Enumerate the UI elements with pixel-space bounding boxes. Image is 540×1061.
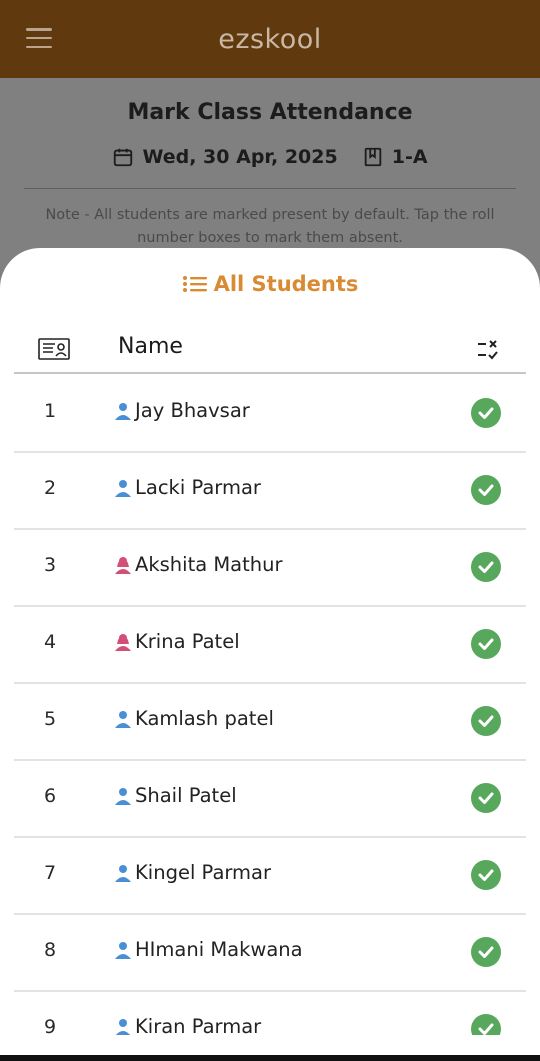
roll-number-box[interactable]: 1 xyxy=(44,400,56,422)
male-student-icon xyxy=(115,402,131,420)
present-check-icon[interactable] xyxy=(471,706,501,736)
attendance-note: Note - All students are marked present b… xyxy=(45,207,495,246)
student-name-cell: Kamlash patel xyxy=(114,707,274,730)
table-row: 3 Akshita Mathur xyxy=(14,530,526,607)
student-name-cell: Shail Patel xyxy=(114,784,237,807)
students-sheet: All Students Name 1 Jay Bhavsar 2 Lacki … xyxy=(0,248,540,1061)
present-check-icon[interactable] xyxy=(471,937,501,967)
class-text: 1-A xyxy=(391,146,428,168)
present-check-icon[interactable] xyxy=(471,860,501,890)
table-row: 4 Krina Patel xyxy=(14,607,526,684)
present-check-icon[interactable] xyxy=(471,398,501,428)
sheet-title: All Students xyxy=(0,272,540,296)
app-title: ezskool xyxy=(218,23,322,55)
student-name: Kamlash patel xyxy=(135,707,274,730)
student-name-cell: Lacki Parmar xyxy=(114,476,261,499)
table-row: 5 Kamlash patel xyxy=(14,684,526,761)
female-student-icon xyxy=(115,556,131,574)
roll-number-box[interactable]: 3 xyxy=(44,554,56,576)
roll-number-box[interactable]: 2 xyxy=(44,477,56,499)
sheet-title-label: All Students xyxy=(213,272,359,296)
male-student-icon xyxy=(115,1018,131,1036)
roll-number-box[interactable]: 6 xyxy=(44,785,56,807)
student-name-cell: HImani Makwana xyxy=(114,938,303,961)
present-check-icon[interactable] xyxy=(471,783,501,813)
roll-number-box[interactable]: 4 xyxy=(44,631,56,653)
roll-number-box[interactable]: 7 xyxy=(44,862,56,884)
student-name: Krina Patel xyxy=(135,630,240,653)
male-student-icon xyxy=(115,864,131,882)
roll-number-column-icon xyxy=(38,338,70,360)
male-student-icon xyxy=(115,710,131,728)
student-list: 1 Jay Bhavsar 2 Lacki Parmar 3 Akshita M… xyxy=(14,376,526,1061)
student-name: Jay Bhavsar xyxy=(135,399,250,422)
student-name: Lacki Parmar xyxy=(135,476,261,499)
student-name-cell: Jay Bhavsar xyxy=(114,399,250,422)
table-header: Name xyxy=(14,326,526,374)
class-info: 1-A xyxy=(362,146,428,168)
name-column-header: Name xyxy=(118,334,183,359)
app-bar: ezskool xyxy=(0,0,540,78)
class-book-icon xyxy=(364,147,381,167)
present-check-icon[interactable] xyxy=(471,552,501,582)
mark-all-toggle-icon[interactable] xyxy=(476,338,500,362)
date-info: Wed, 30 Apr, 2025 xyxy=(112,146,338,168)
student-name-cell: Krina Patel xyxy=(114,630,240,653)
hamburger-menu-icon[interactable] xyxy=(26,28,52,48)
table-row: 7 Kingel Parmar xyxy=(14,838,526,915)
male-student-icon xyxy=(115,479,131,497)
student-name: HImani Makwana xyxy=(135,938,303,961)
roll-number-box[interactable]: 5 xyxy=(44,708,56,730)
calendar-icon xyxy=(114,148,133,167)
table-row: 6 Shail Patel xyxy=(14,761,526,838)
male-student-icon xyxy=(115,941,131,959)
roll-number-box[interactable]: 8 xyxy=(44,939,56,961)
female-student-icon xyxy=(115,633,131,651)
student-name: Akshita Mathur xyxy=(135,553,283,576)
header-divider xyxy=(24,188,516,189)
page-title: Mark Class Attendance xyxy=(127,100,413,125)
student-name-cell: Akshita Mathur xyxy=(114,553,283,576)
table-row: 1 Jay Bhavsar xyxy=(14,376,526,453)
male-student-icon xyxy=(115,787,131,805)
system-nav-bar xyxy=(0,1035,540,1061)
present-check-icon[interactable] xyxy=(471,475,501,505)
list-icon xyxy=(182,276,207,292)
student-name: Shail Patel xyxy=(135,784,237,807)
table-row: 8 HImani Makwana xyxy=(14,915,526,992)
student-name-cell: Kingel Parmar xyxy=(114,861,271,884)
attendance-meta: Wed, 30 Apr, 2025 1-A xyxy=(0,146,540,168)
present-check-icon[interactable] xyxy=(471,629,501,659)
table-row: 2 Lacki Parmar xyxy=(14,453,526,530)
student-name: Kingel Parmar xyxy=(135,861,272,884)
date-text: Wed, 30 Apr, 2025 xyxy=(142,146,338,168)
